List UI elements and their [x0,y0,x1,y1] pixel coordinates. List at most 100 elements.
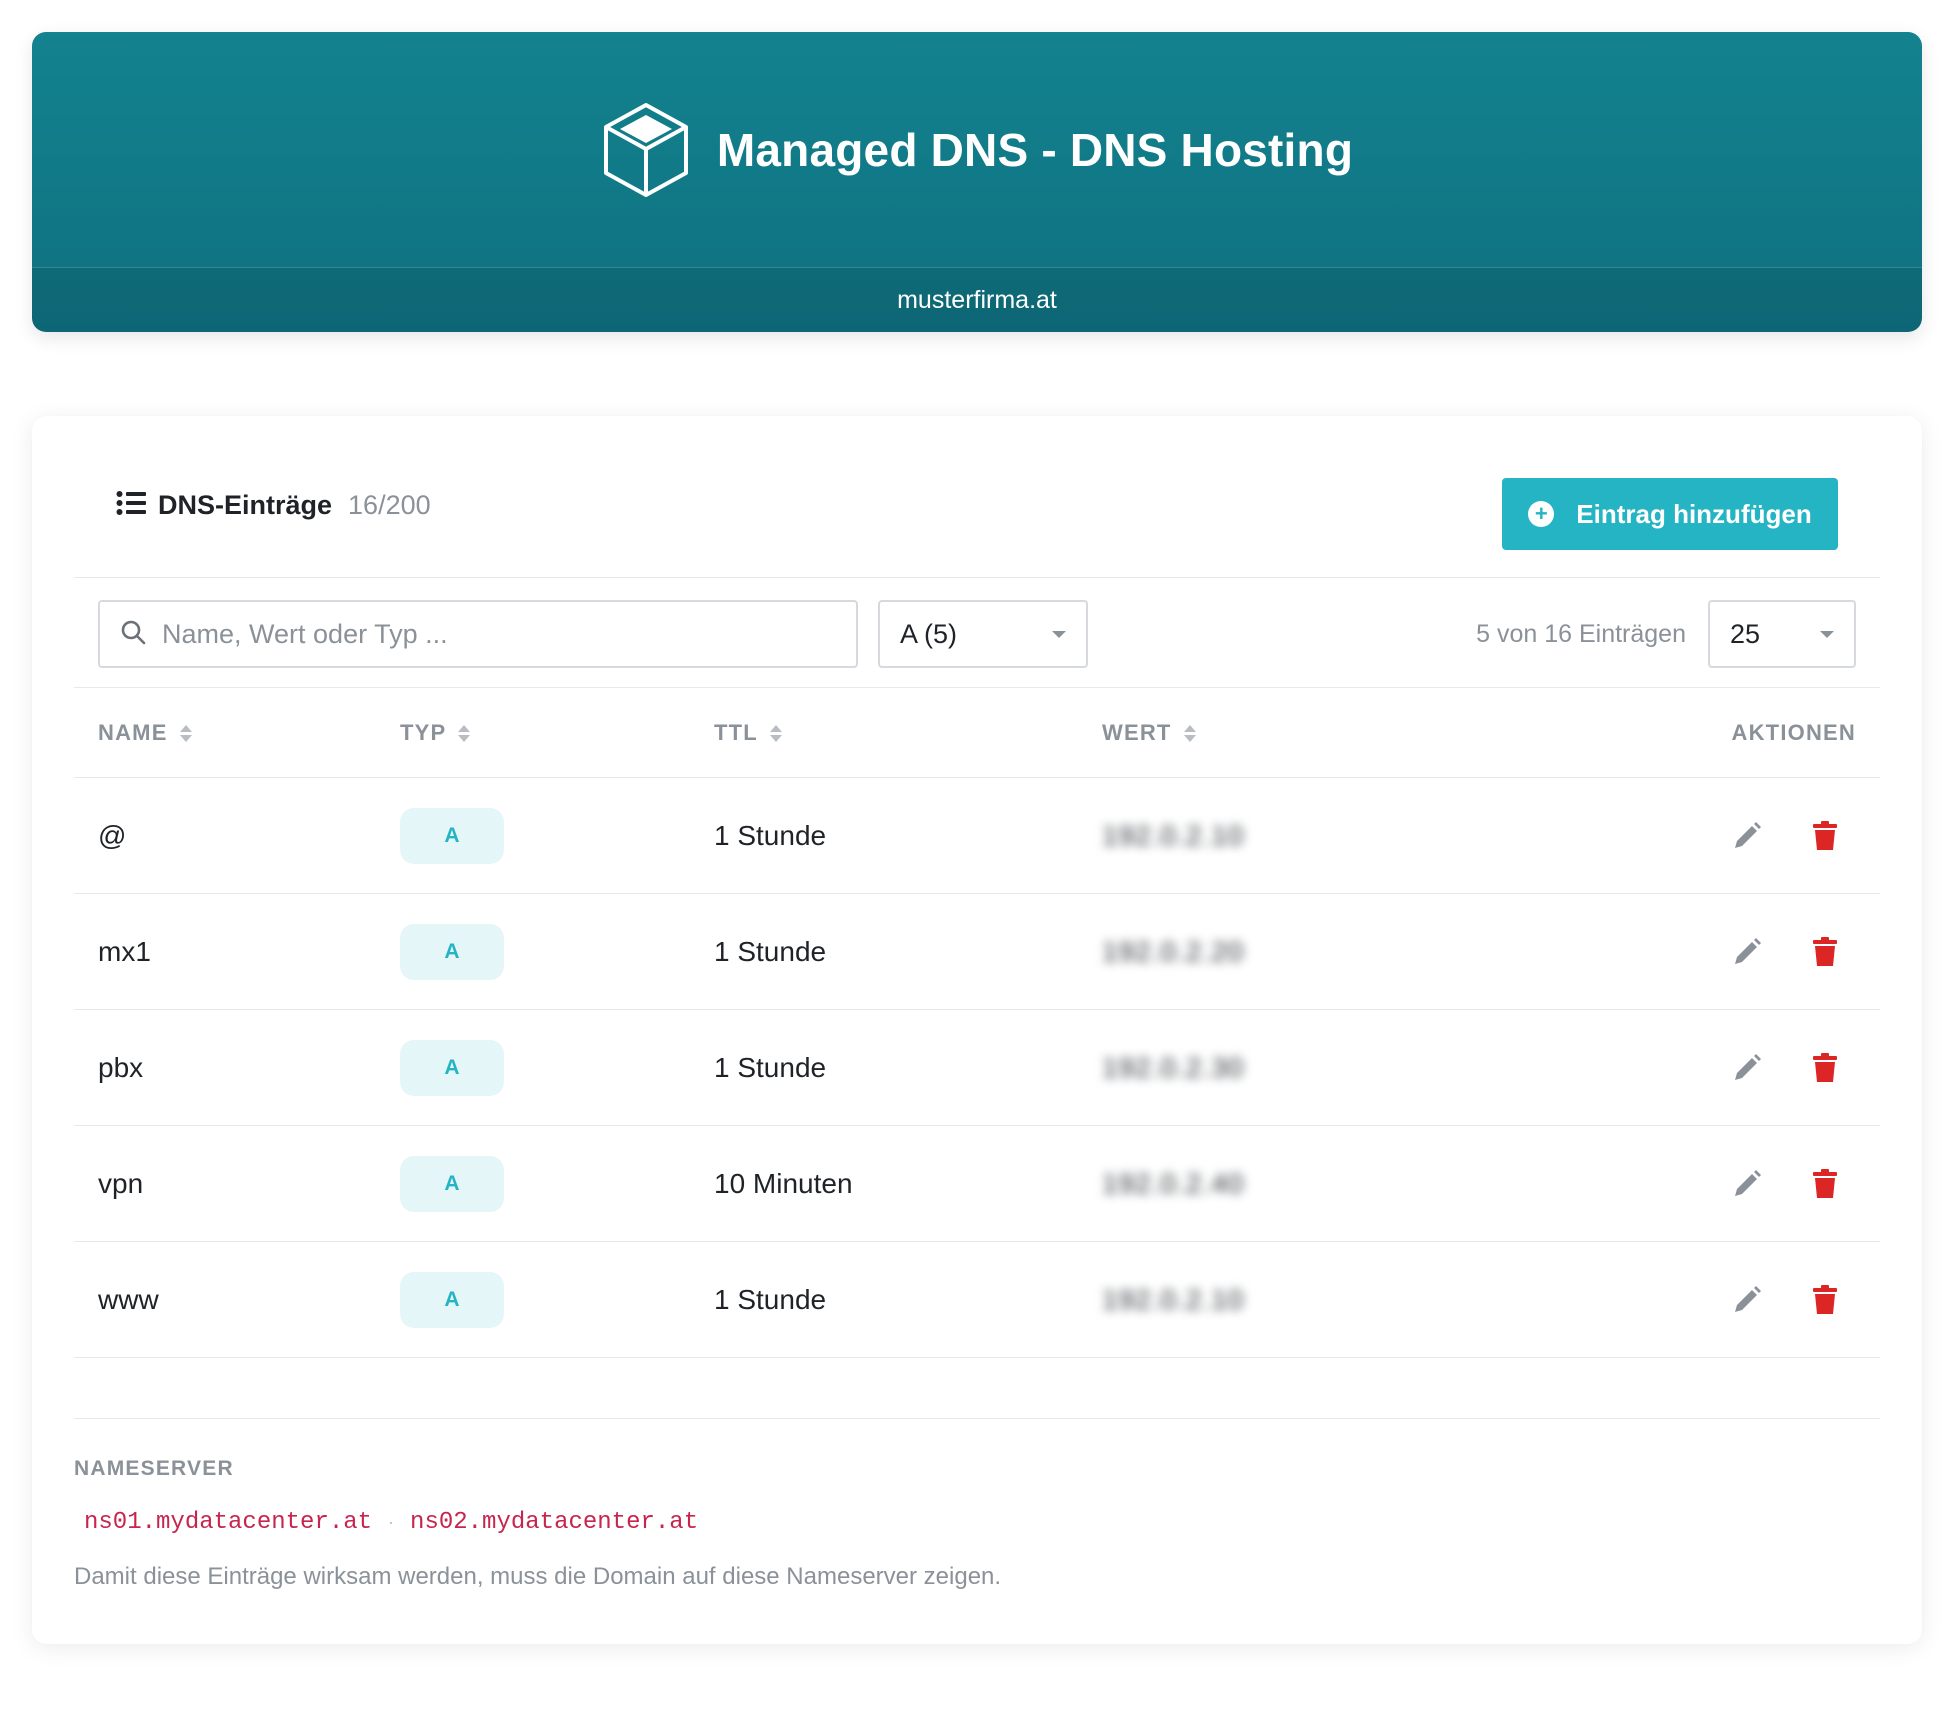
nameserver-note: Damit diese Einträge wirksam werden, mus… [74,1563,1002,1590]
type-filter-select[interactable]: A (5) [878,600,1088,668]
record-count: 16/200 [348,490,431,520]
record-value: 192.0.2.30 [1102,1052,1245,1083]
column-header-label: AKTIONEN [1731,720,1856,745]
record-actions [1730,1010,1842,1126]
section-title: DNS-Einträge 16/200 [116,490,431,521]
plus-circle-icon: + [1528,501,1555,527]
type-filter-value: A (5) [900,618,958,649]
nameserver-list: ns01.mydatacenter.at · ns02.mydatacenter… [84,1509,698,1536]
column-header-ttl[interactable]: TTL [714,688,782,778]
trash-icon[interactable] [1808,1283,1842,1317]
chevron-down-icon [1820,630,1834,638]
record-value-cell: 192.0.2.10 [1102,778,1244,894]
domain-bar: musterfirma.at [32,267,1922,332]
column-header-value[interactable]: WERT [1102,688,1196,778]
search-icon [120,619,146,650]
trash-icon[interactable] [1808,1051,1842,1085]
record-ttl: 1 Stunde [714,820,827,851]
per-page-value: 25 [1730,618,1761,649]
record-actions [1730,894,1842,1010]
column-header-label: TYP [400,720,447,745]
pencil-icon[interactable] [1730,1167,1764,1201]
nameserver-item: ns02.mydatacenter.at [410,1509,699,1536]
pencil-icon[interactable] [1730,1283,1764,1317]
record-value-cell: 192.0.2.20 [1102,894,1244,1010]
record-type-badge: A [400,1272,504,1328]
record-actions [1730,1242,1842,1358]
column-header-actions: AKTIONEN [1732,688,1857,778]
nameserver-item: ns01.mydatacenter.at [84,1509,373,1536]
record-name: www [98,1284,159,1315]
record-type-cell: A [400,1126,504,1242]
record-type-badge: A [400,1040,504,1096]
record-value-cell: 192.0.2.10 [1102,1242,1244,1358]
column-header-label: NAME [98,720,168,745]
record-value-cell: 192.0.2.30 [1102,1010,1244,1126]
sort-icon [1183,724,1196,742]
record-name: vpn [98,1168,144,1199]
record-type-cell: A [400,1010,504,1126]
pencil-icon[interactable] [1730,935,1764,969]
cube-icon [601,100,691,200]
trash-icon[interactable] [1808,935,1842,969]
add-entry-button[interactable]: + Eintrag hinzufügen [1502,478,1838,550]
section-title-label: DNS-Einträge [158,490,333,520]
column-header-type[interactable]: TYP [400,688,471,778]
record-ttl: 1 Stunde [714,1284,827,1315]
record-ttl: 1 Stunde [714,1052,827,1083]
record-value: 192.0.2.40 [1102,1168,1245,1199]
table-row: mx1 A 1 Stunde 192.0.2.20 [74,894,1880,1010]
card-toolbar: DNS-Einträge 16/200 + Eintrag hinzufügen [74,478,1880,578]
header-title-row: Managed DNS - DNS Hosting [32,32,1922,267]
record-type-cell: A [400,894,504,1010]
column-header-label: TTL [714,720,758,745]
column-header-label: WERT [1102,720,1172,745]
record-value: 192.0.2.10 [1102,1284,1245,1315]
nameserver-separator: · [388,1512,395,1532]
record-type-cell: A [400,778,504,894]
record-value: 192.0.2.10 [1102,820,1245,851]
list-icon [116,490,146,521]
nameserver-section: NAMESERVER ns01.mydatacenter.at · ns02.m… [74,1418,1880,1590]
column-header-name[interactable]: NAME [98,688,192,778]
record-ttl: 1 Stunde [714,936,827,967]
record-name: mx1 [98,936,151,967]
table-body: @ A 1 Stunde 192.0.2.10 mx1 A 1 Stunde 1… [74,778,1880,1358]
table-row: www A 1 Stunde 192.0.2.10 [74,1242,1880,1358]
record-type-badge: A [400,924,504,980]
record-actions [1730,778,1842,894]
add-entry-button-label: Eintrag hinzufügen [1576,498,1812,529]
table-header: NAME TYP TTL WERT AKTIONEN [74,688,1880,778]
pencil-icon[interactable] [1730,1051,1764,1085]
pencil-icon[interactable] [1730,819,1764,853]
search-box[interactable] [98,600,858,668]
per-page-select[interactable]: 25 [1708,600,1856,668]
record-value: 192.0.2.20 [1102,936,1245,967]
sort-icon [458,724,471,742]
record-name: pbx [98,1052,144,1083]
table-row: vpn A 10 Minuten 192.0.2.40 [74,1126,1880,1242]
dns-records-card: DNS-Einträge 16/200 + Eintrag hinzufügen… [32,416,1922,1644]
header-banner: Managed DNS - DNS Hosting musterfirma.at [32,32,1922,332]
record-type-badge: A [400,1156,504,1212]
record-name: @ [98,820,127,851]
nameserver-label: NAMESERVER [74,1457,234,1480]
table-row: @ A 1 Stunde 192.0.2.10 [74,778,1880,894]
sort-icon [179,724,192,742]
record-type-cell: A [400,1242,504,1358]
entries-info: 5 von 16 Einträgen [1476,620,1686,648]
domain-name: musterfirma.at [897,285,1057,314]
record-actions [1730,1126,1842,1242]
record-ttl: 10 Minuten [714,1168,853,1199]
table-row: pbx A 1 Stunde 192.0.2.30 [74,1010,1880,1126]
dns-table: NAME TYP TTL WERT AKTIONEN @ A 1 Stunde … [74,688,1880,1358]
trash-icon[interactable] [1808,819,1842,853]
record-value-cell: 192.0.2.40 [1102,1126,1244,1242]
trash-icon[interactable] [1808,1167,1842,1201]
record-type-badge: A [400,808,504,864]
page-title: Managed DNS - DNS Hosting [716,123,1354,176]
filter-bar: A (5) 5 von 16 Einträgen 25 [74,578,1880,688]
chevron-down-icon [1052,630,1066,638]
sort-icon [769,724,782,742]
search-input[interactable] [162,618,802,650]
